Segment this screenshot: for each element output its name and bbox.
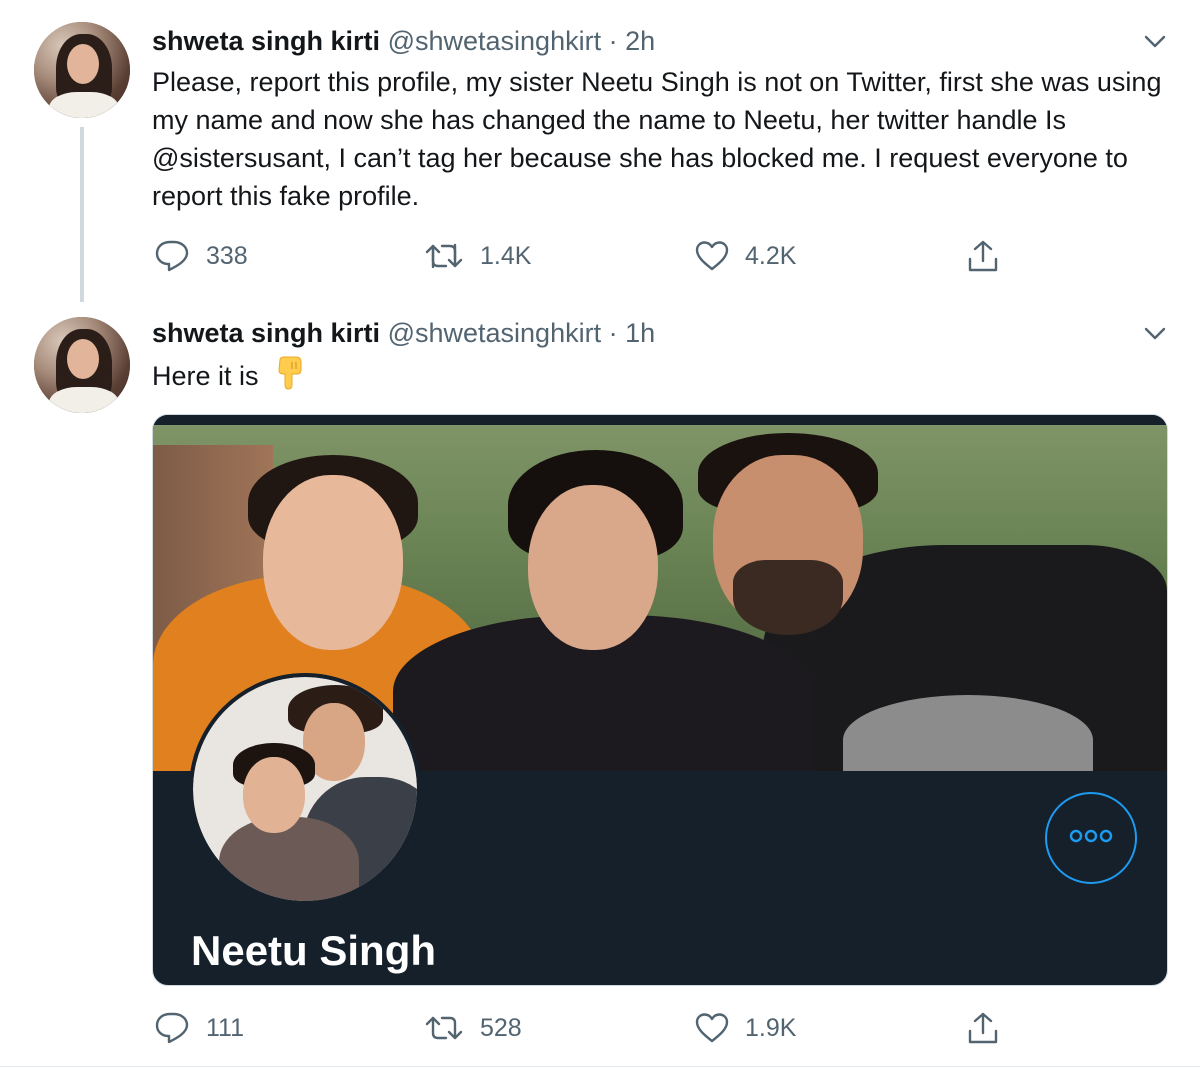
tweet-1[interactable]: shweta singh kirti @shwetasinghkirt · 2h…: [0, 0, 1200, 302]
retweet-icon: [424, 241, 464, 271]
author-name[interactable]: shweta singh kirti: [152, 318, 380, 348]
share-button[interactable]: [966, 1008, 1000, 1048]
reply-icon: [154, 1011, 190, 1045]
tweet-header: shweta singh kirti @shwetasinghkirt · 2h: [152, 26, 655, 57]
tweet-timestamp[interactable]: 1h: [625, 318, 655, 348]
reply-count: 111: [206, 1013, 245, 1042]
reply-button[interactable]: 338: [154, 236, 248, 276]
more-options-icon: [1069, 829, 1113, 848]
profile-avatar: [189, 673, 421, 905]
reply-count: 338: [206, 241, 248, 270]
author-avatar[interactable]: [34, 22, 130, 118]
like-icon: [695, 1012, 729, 1044]
profile-display-name: Neetu Singh: [191, 927, 437, 974]
like-button[interactable]: 4.2K: [695, 236, 796, 276]
tweet-actions: 111 528 1.9K: [150, 1008, 1010, 1048]
share-icon: [966, 239, 1000, 273]
tweet-timestamp[interactable]: 2h: [625, 26, 655, 56]
tweet-actions: 338 1.4K 4.2K: [150, 236, 1010, 276]
tweet-header: shweta singh kirti @shwetasinghkirt · 1h: [152, 318, 655, 349]
thread-connector-line: [80, 127, 84, 302]
profile-image-card[interactable]: Neetu Singh: [152, 414, 1168, 986]
header-separator: ·: [608, 318, 618, 348]
share-icon: [966, 1011, 1000, 1045]
like-count: 4.2K: [745, 241, 797, 270]
more-options-button[interactable]: [1045, 792, 1137, 884]
feed-divider: [0, 1066, 1200, 1067]
chevron-down-icon[interactable]: [1144, 327, 1166, 341]
chevron-down-icon[interactable]: [1144, 35, 1166, 49]
retweet-count: 528: [480, 1013, 522, 1042]
tweet-text-content: Here it is: [152, 361, 259, 392]
reply-icon: [154, 239, 190, 273]
author-handle[interactable]: @shwetasinghkirt: [388, 26, 602, 56]
author-name[interactable]: shweta singh kirti: [152, 26, 380, 56]
tweet-2[interactable]: shweta singh kirti @shwetasinghkirt · 1h…: [0, 302, 1200, 1070]
share-button[interactable]: [966, 236, 1000, 276]
retweet-button[interactable]: 528: [424, 1008, 522, 1048]
author-avatar[interactable]: [34, 317, 130, 413]
retweet-icon: [424, 1013, 464, 1043]
retweet-count: 1.4K: [480, 241, 532, 270]
reply-button[interactable]: 111: [154, 1008, 244, 1048]
like-icon: [695, 240, 729, 272]
author-handle[interactable]: @shwetasinghkirt: [388, 318, 602, 348]
like-button[interactable]: 1.9K: [695, 1008, 796, 1048]
retweet-button[interactable]: 1.4K: [424, 236, 531, 276]
tweet-text: Here it is: [152, 356, 1182, 400]
like-count: 1.9K: [745, 1013, 797, 1042]
tweet-text: Please, report this profile, my sister N…: [152, 67, 1162, 211]
header-separator: ·: [608, 26, 618, 56]
pointing-down-emoji-icon: [274, 356, 304, 400]
